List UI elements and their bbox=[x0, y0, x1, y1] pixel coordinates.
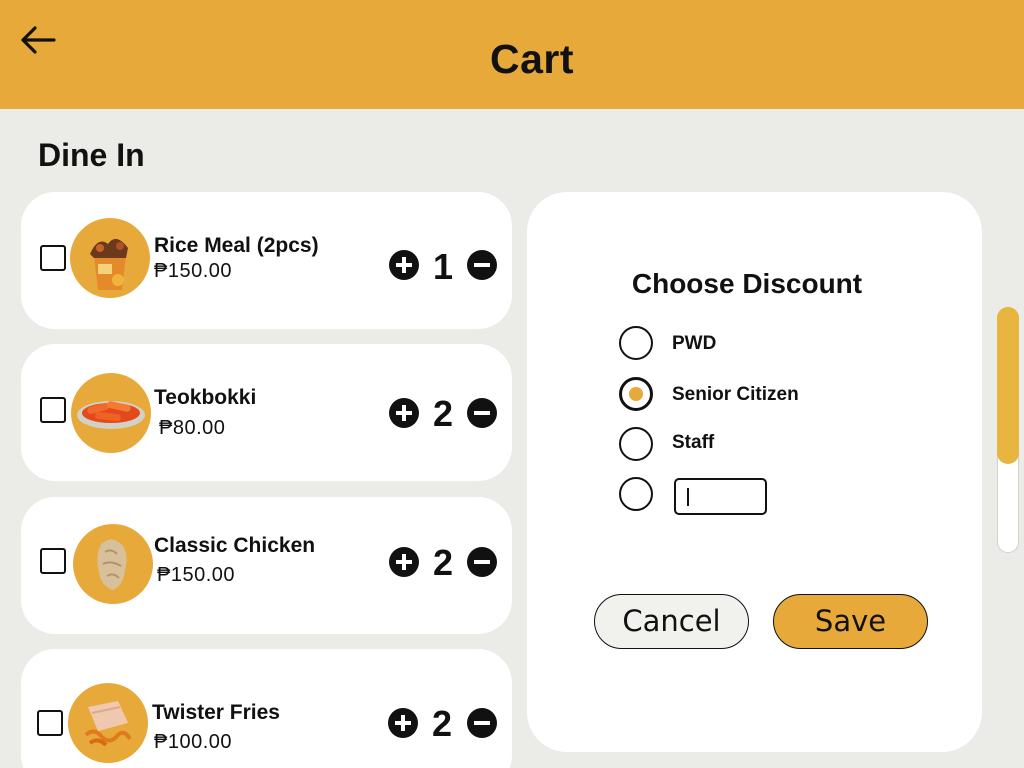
cart-item-card: Twister Fries ₱100.00 2 bbox=[21, 649, 512, 768]
item-name: Classic Chicken bbox=[154, 534, 316, 557]
page-title: Cart bbox=[489, 36, 575, 82]
dialog-title: Choose Discount bbox=[631, 268, 863, 299]
item-checkbox[interactable] bbox=[40, 245, 66, 271]
order-type-title: Dine In bbox=[38, 137, 145, 173]
discount-label-staff: Staff bbox=[672, 432, 715, 453]
twister-fries-image bbox=[68, 683, 148, 763]
increase-quantity-button[interactable] bbox=[389, 547, 419, 577]
item-price: ₱100.00 bbox=[154, 731, 233, 753]
discount-dialog: Choose Discount PWD Senior Citizen Staff… bbox=[527, 192, 982, 752]
discount-radio-pwd[interactable] bbox=[619, 326, 653, 360]
discount-radio-senior-citizen[interactable] bbox=[619, 377, 653, 411]
item-checkbox[interactable] bbox=[40, 397, 66, 423]
item-checkbox[interactable] bbox=[37, 710, 63, 736]
discount-label-senior-citizen: Senior Citizen bbox=[672, 384, 799, 405]
quantity-value: 1 bbox=[432, 246, 454, 287]
cancel-button[interactable]: Cancel bbox=[594, 594, 749, 649]
custom-discount-input[interactable] bbox=[674, 478, 767, 515]
decrease-quantity-button[interactable] bbox=[467, 250, 497, 280]
cart-item-card: Rice Meal (2pcs) ₱150.00 1 bbox=[21, 192, 512, 329]
discount-radio-other[interactable] bbox=[619, 477, 653, 511]
increase-quantity-button[interactable] bbox=[389, 250, 419, 280]
increase-quantity-button[interactable] bbox=[389, 398, 419, 428]
decrease-quantity-button[interactable] bbox=[467, 708, 497, 738]
save-button[interactable]: Save bbox=[773, 594, 928, 649]
discount-radio-staff[interactable] bbox=[619, 427, 653, 461]
item-name: Rice Meal (2pcs) bbox=[154, 234, 319, 257]
quantity-value: 2 bbox=[431, 703, 453, 744]
discount-label-pwd: PWD bbox=[672, 333, 717, 354]
quantity-value: 2 bbox=[432, 393, 454, 434]
increase-quantity-button[interactable] bbox=[388, 708, 418, 738]
cart-item-card: Teokbokki ₱80.00 2 bbox=[21, 344, 512, 481]
decrease-quantity-button[interactable] bbox=[467, 398, 497, 428]
scrollbar-thumb[interactable] bbox=[997, 307, 1019, 464]
teokbokki-image bbox=[71, 373, 151, 453]
classic-chicken-image bbox=[73, 524, 153, 604]
item-checkbox[interactable] bbox=[40, 548, 66, 574]
item-price: ₱80.00 bbox=[159, 417, 226, 439]
item-name: Teokbokki bbox=[154, 386, 257, 409]
header-bar: Cart bbox=[0, 0, 1024, 109]
item-name: Twister Fries bbox=[152, 701, 280, 724]
rice-meal-image bbox=[70, 218, 150, 298]
quantity-value: 2 bbox=[432, 542, 454, 583]
item-price: ₱150.00 bbox=[157, 564, 236, 586]
item-price: ₱150.00 bbox=[154, 260, 233, 282]
decrease-quantity-button[interactable] bbox=[467, 547, 497, 577]
cart-item-card: Classic Chicken ₱150.00 2 bbox=[21, 497, 512, 634]
scrollbar[interactable] bbox=[997, 307, 1019, 553]
